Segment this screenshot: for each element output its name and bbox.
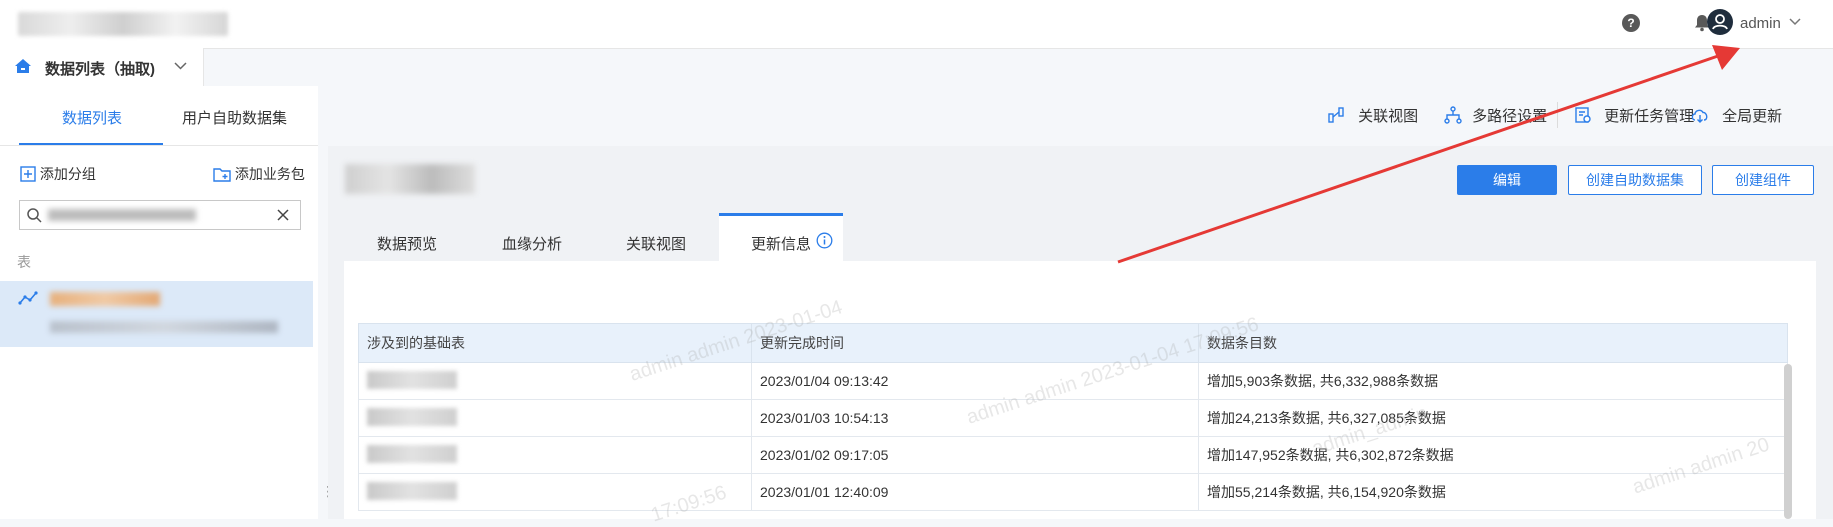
- annotation-arrow: [1117, 45, 1740, 264]
